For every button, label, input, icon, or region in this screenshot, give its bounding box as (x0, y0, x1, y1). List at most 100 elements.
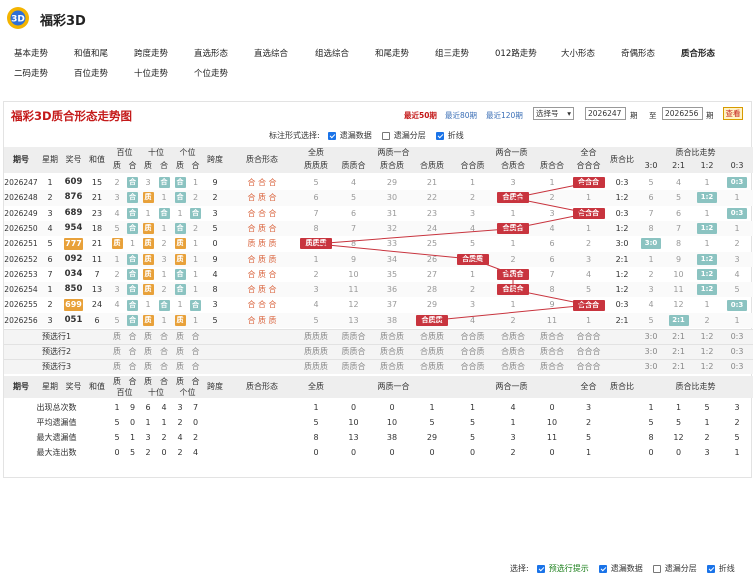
stat-value: 1 (648, 403, 654, 412)
to-issue-input[interactable]: 2026256 (662, 107, 703, 120)
sub-ratio: 1:2 (700, 161, 714, 170)
stat-value: 1 (510, 418, 516, 427)
shape-cell: 合 质 合 (247, 193, 277, 203)
footer-missing-data-checkbox[interactable] (598, 564, 607, 573)
predict-label: 预选行1 (41, 332, 72, 341)
shape-miss: 5 (350, 193, 357, 203)
shape-miss: 35 (386, 269, 398, 279)
polyline-label: 折线 (447, 131, 464, 140)
sub-zhi: 质 (113, 161, 121, 170)
shape-miss: 5 (313, 178, 319, 187)
ratio-miss: 1 (648, 254, 654, 264)
shape-miss: 4 (313, 300, 319, 310)
nav-item-2[interactable]: 和值和尾 (74, 47, 108, 59)
stat-value: 1 (429, 403, 435, 412)
footer-missing-layer-checkbox[interactable] (652, 564, 661, 573)
stat-label: 出现总次数 (36, 403, 77, 412)
stat-value: 0 (114, 448, 120, 457)
ge-mark: 合 (174, 177, 186, 189)
shape-hit-mark: 合质合 (497, 284, 529, 296)
predict-shape-cell: 质合质 (380, 362, 404, 371)
nav-item-8[interactable]: 组三走势 (435, 47, 469, 59)
shi-mark: 质 (142, 238, 154, 250)
predict-shape-cell: 质质合 (341, 362, 366, 371)
nav-item-7[interactable]: 和尾走势 (375, 47, 409, 59)
nav-item-4[interactable]: 直选形态 (194, 47, 228, 59)
nav-item-3[interactable]: 跨度走势 (134, 47, 168, 59)
to-label: 至 (649, 111, 657, 120)
nav-item-5[interactable]: 直选综合 (254, 47, 288, 59)
period-50-link[interactable]: 最近50期 (404, 110, 437, 121)
predict-cell: 质 (113, 332, 121, 341)
nav-item-row2-2[interactable]: 百位走势 (74, 67, 108, 79)
stat-value: 0 (549, 448, 555, 457)
shape-miss: 5 (585, 285, 592, 295)
predict-label: 预选行3 (41, 362, 72, 371)
span-cell: 5 (212, 223, 218, 233)
nav-item-9[interactable]: 012路走势 (495, 47, 537, 59)
stat-label: 最大遗漏值 (36, 433, 77, 442)
polyline-checkbox[interactable] (435, 131, 444, 140)
shape-miss: 6 (549, 239, 555, 249)
foot-lianghe: 两合一质 (495, 382, 528, 391)
nav-item-10[interactable]: 大小形态 (561, 47, 595, 59)
foot-he: 合 (191, 377, 200, 386)
predict-shape-cell: 合质合 (501, 362, 525, 371)
shape-miss: 33 (386, 239, 398, 249)
predict-cell: 质 (144, 362, 152, 371)
ratio-miss: 1 (734, 223, 740, 233)
footer-polyline-checkbox[interactable] (706, 564, 715, 573)
shi-mark: 合 (158, 207, 170, 219)
sub-lianghe: 合质合 (501, 161, 525, 170)
ratio-hit-mark: 3:0 (641, 238, 661, 250)
nav-item-row2-4[interactable]: 个位走势 (194, 67, 228, 79)
foot-quanhe: 全合 (580, 382, 597, 391)
issue-select[interactable]: 选择号 ▾ (533, 107, 574, 120)
shape-miss: 1 (585, 223, 592, 233)
nav-item-6[interactable]: 组选综合 (315, 47, 349, 59)
col-liangzhi: 两质一合 (377, 148, 410, 157)
period-120-link[interactable]: 最近120期 (486, 110, 523, 121)
nav-item-11[interactable]: 奇偶形态 (621, 47, 655, 59)
stat-value: 0 (389, 403, 395, 412)
foot-zhi: 质 (176, 377, 184, 386)
nav-item-row2-3[interactable]: 十位走势 (134, 67, 168, 79)
nav-item-1[interactable]: 基本走势 (14, 47, 48, 59)
shape-miss: 2 (469, 193, 476, 203)
stat-value: 5 (734, 433, 740, 442)
award-cell: 092 (64, 253, 83, 264)
from-issue-input[interactable]: 2026247 (585, 107, 626, 120)
shape-miss: 23 (426, 208, 438, 218)
mark-options-label: 标注形式选择: (269, 131, 320, 140)
foot-liangzhi: 两质一合 (377, 382, 410, 391)
period-80-link[interactable]: 最近80期 (445, 110, 477, 121)
period-cell: 2026249 (4, 208, 38, 218)
nav-item-12[interactable]: 质合形态 (681, 47, 715, 59)
predict-hint-checkbox[interactable] (536, 564, 545, 573)
missing-layer-checkbox[interactable] (381, 131, 390, 140)
col-quanzhi: 全质 (308, 148, 324, 157)
ge-mark: 质 (174, 253, 186, 265)
shape-cell: 合 合 合 (247, 208, 277, 218)
missing-data-checkbox[interactable] (327, 131, 336, 140)
stat-value: 7 (192, 403, 199, 412)
award-cell: 609 (64, 177, 83, 187)
award-cell: 689 (64, 207, 83, 218)
stat-value: 2 (704, 433, 710, 442)
ratio-hit-mark: 1:2 (697, 192, 717, 204)
mark-options: 标注形式选择: 遗漏数据 遗漏分层 折线 (269, 130, 464, 141)
ratio-hit-mark: 1:2 (697, 223, 717, 235)
sum-cell: 6 (94, 315, 100, 325)
svg-text:3D: 3D (11, 15, 25, 25)
foot-zhi: 质 (144, 377, 152, 386)
query-button[interactable]: 查看 (723, 107, 743, 120)
sum-cell: 7 (94, 269, 100, 279)
col-lianghe: 两合一质 (495, 148, 528, 157)
nav-item-row2-1[interactable]: 二码走势 (14, 67, 48, 79)
predict-ratio-cell: 2:1 (672, 332, 685, 341)
predict-shape-cell: 合合合 (576, 332, 601, 341)
shape-miss: 7 (549, 269, 555, 279)
bai-mark: 合 (127, 177, 138, 189)
ratio-cell: 1:2 (615, 285, 629, 295)
shi-mark: 质 (142, 253, 154, 265)
